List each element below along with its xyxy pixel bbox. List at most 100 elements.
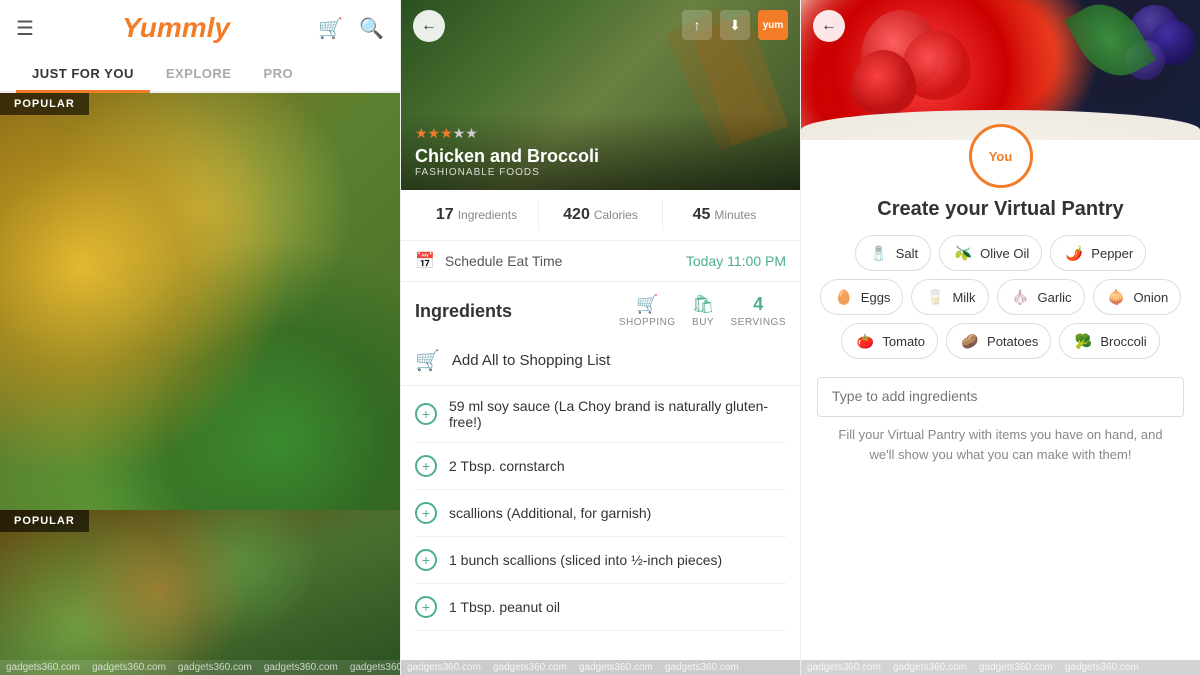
schedule-row[interactable]: 📅 Schedule Eat Time Today 11:00 PM: [401, 241, 800, 282]
shopping-action[interactable]: 🛒 SHOPPING: [619, 294, 676, 328]
pepper-icon: 🌶️: [1063, 242, 1085, 264]
second-recipe-card[interactable]: POPULAR gadgets360.com gadgets360.com ga…: [0, 510, 400, 675]
ingredient-4-text: 1 bunch scallions (sliced into ½-inch pi…: [449, 552, 722, 568]
buy-bag-icon: 🛍: [692, 294, 715, 315]
ingredient-list: + 59 ml soy sauce (La Choy brand is natu…: [401, 386, 800, 660]
pantry-input[interactable]: [832, 388, 1169, 404]
wm-middle-2: gadgets360.com: [487, 660, 573, 675]
pantry-tag-tomato[interactable]: 🍅 Tomato: [841, 323, 938, 359]
user-avatar[interactable]: You: [969, 124, 1033, 188]
eggs-label: Eggs: [861, 290, 891, 305]
watermark-5: gadgets360.com: [344, 660, 400, 675]
popular-badge-2: POPULAR: [0, 510, 89, 532]
tab-just-for-you[interactable]: JUST FOR YOU: [16, 56, 150, 91]
tab-pro[interactable]: PRO: [247, 56, 309, 91]
add-ingredient-2-button[interactable]: +: [415, 455, 437, 477]
right-panel: ← You Create your Virtual Pantry 🧂 Salt …: [800, 0, 1200, 675]
tomato-label: Tomato: [882, 334, 925, 349]
back-button[interactable]: ←: [413, 10, 445, 42]
wm-middle-3: gadgets360.com: [573, 660, 659, 675]
wm-right-4: gadgets360.com: [1059, 660, 1145, 675]
ingredient-item-3[interactable]: + scallions (Additional, for garnish): [415, 490, 786, 537]
garlic-icon: 🧄: [1010, 286, 1032, 308]
share-button[interactable]: ↑: [682, 10, 712, 40]
pantry-avatar-wrapper: You: [969, 124, 1033, 188]
recipe-name: Chicken and Broccoli: [415, 146, 786, 167]
servings-label: SERVINGS: [731, 317, 787, 328]
header-actions: 🛒 🔍: [318, 16, 384, 41]
ingredients-actions: 🛒 SHOPPING 🛍 BUY 4 SERVINGS: [619, 294, 786, 328]
middle-watermark: gadgets360.com gadgets360.com gadgets360…: [401, 660, 800, 675]
add-ingredient-3-button[interactable]: +: [415, 502, 437, 524]
ingredients-label: Ingredients: [458, 208, 517, 222]
ingredient-2-text: 2 Tbsp. cornstarch: [449, 458, 565, 474]
recipe-source: FASHIONABLE FOODS: [415, 167, 786, 178]
download-button[interactable]: ⬇: [720, 10, 750, 40]
shopping-label: SHOPPING: [619, 317, 676, 328]
pantry-tag-broccoli[interactable]: 🥦 Broccoli: [1059, 323, 1159, 359]
middle-panel: ← ↑ ⬇ yum ★★★★★ Chicken and Broccoli FAS…: [400, 0, 800, 675]
milk-label: Milk: [952, 290, 975, 305]
recipe-stats: 17 Ingredients 420 Calories 45 Minutes: [401, 190, 800, 241]
pantry-tag-olive-oil[interactable]: 🫒 Olive Oil: [939, 235, 1042, 271]
wm-right-2: gadgets360.com: [887, 660, 973, 675]
wm-middle-4: gadgets360.com: [659, 660, 745, 675]
pantry-tag-onion[interactable]: 🧅 Onion: [1093, 279, 1182, 315]
add-all-button[interactable]: 🛒 Add All to Shopping List: [401, 336, 800, 386]
olive-oil-label: Olive Oil: [980, 246, 1029, 261]
second-recipe-bg: [0, 510, 400, 675]
pantry-input-wrapper[interactable]: [817, 377, 1184, 417]
add-all-label: Add All to Shopping List: [452, 352, 610, 369]
ingredients-header: Ingredients 🛒 SHOPPING 🛍 BUY 4 SERVINGS: [401, 282, 800, 336]
salt-icon: 🧂: [868, 242, 890, 264]
cart-icon[interactable]: 🛒: [318, 16, 343, 41]
stat-calories: 420 Calories: [539, 206, 662, 224]
milk-icon: 🥛: [924, 286, 946, 308]
search-icon[interactable]: 🔍: [359, 16, 384, 41]
watermark-1: gadgets360.com: [0, 660, 86, 675]
pantry-tag-salt[interactable]: 🧂 Salt: [855, 235, 931, 271]
minutes-count: 45: [693, 206, 711, 224]
add-ingredient-4-button[interactable]: +: [415, 549, 437, 571]
pantry-tag-milk[interactable]: 🥛 Milk: [911, 279, 988, 315]
ingredient-item-2[interactable]: + 2 Tbsp. cornstarch: [415, 443, 786, 490]
ingredients-title: Ingredients: [415, 301, 619, 322]
app-header: ☰ Yummly 🛒 🔍: [0, 0, 400, 56]
pantry-tag-garlic[interactable]: 🧄 Garlic: [997, 279, 1085, 315]
pantry-tag-pepper[interactable]: 🌶️ Pepper: [1050, 235, 1146, 271]
tab-explore[interactable]: EXPLORE: [150, 56, 248, 91]
ingredient-item-5[interactable]: + 1 Tbsp. peanut oil: [415, 584, 786, 631]
schedule-label: Schedule Eat Time: [445, 253, 676, 269]
ingredient-item-1[interactable]: + 59 ml soy sauce (La Choy brand is natu…: [415, 386, 786, 443]
schedule-icon: 📅: [415, 251, 435, 271]
add-all-cart-icon: 🛒: [415, 348, 440, 373]
eggs-icon: 🥚: [833, 286, 855, 308]
menu-icon[interactable]: ☰: [16, 16, 34, 41]
onion-icon: 🧅: [1106, 286, 1128, 308]
pantry-tag-potatoes[interactable]: 🥔 Potatoes: [946, 323, 1051, 359]
ingredient-5-text: 1 Tbsp. peanut oil: [449, 599, 560, 615]
ingredient-3-text: scallions (Additional, for garnish): [449, 505, 651, 521]
right-back-button[interactable]: ←: [813, 10, 845, 42]
pantry-tag-eggs[interactable]: 🥚 Eggs: [820, 279, 904, 315]
onion-label: Onion: [1134, 290, 1169, 305]
ingredient-item-4[interactable]: + 1 bunch scallions (sliced into ½-inch …: [415, 537, 786, 584]
pantry-tags-grid: 🧂 Salt 🫒 Olive Oil 🌶️ Pepper 🥚 Eggs 🥛 Mi…: [817, 235, 1184, 359]
stat-ingredients: 17 Ingredients: [415, 206, 538, 224]
olive-oil-icon: 🫒: [952, 242, 974, 264]
recipe-hero: ← ↑ ⬇ yum ★★★★★ Chicken and Broccoli FAS…: [401, 0, 800, 190]
buy-action[interactable]: 🛍 BUY: [692, 294, 715, 328]
garlic-label: Garlic: [1038, 290, 1072, 305]
add-ingredient-5-button[interactable]: +: [415, 596, 437, 618]
watermark-2: gadgets360.com: [86, 660, 172, 675]
watermark-4: gadgets360.com: [258, 660, 344, 675]
hero-info: ★★★★★ Chicken and Broccoli FASHIONABLE F…: [401, 113, 800, 190]
featured-recipe-card[interactable]: POPULAR One Pot Chicken Broccoli and Ric…: [0, 93, 400, 675]
add-ingredient-1-button[interactable]: +: [415, 403, 437, 425]
wm-middle-1: gadgets360.com: [401, 660, 487, 675]
popular-badge-1: POPULAR: [0, 93, 89, 115]
star-rating: ★★★★★: [415, 125, 786, 142]
calories-label: Calories: [594, 208, 638, 222]
servings-control: 4 SERVINGS: [731, 294, 787, 328]
yum-button[interactable]: yum: [758, 10, 788, 40]
